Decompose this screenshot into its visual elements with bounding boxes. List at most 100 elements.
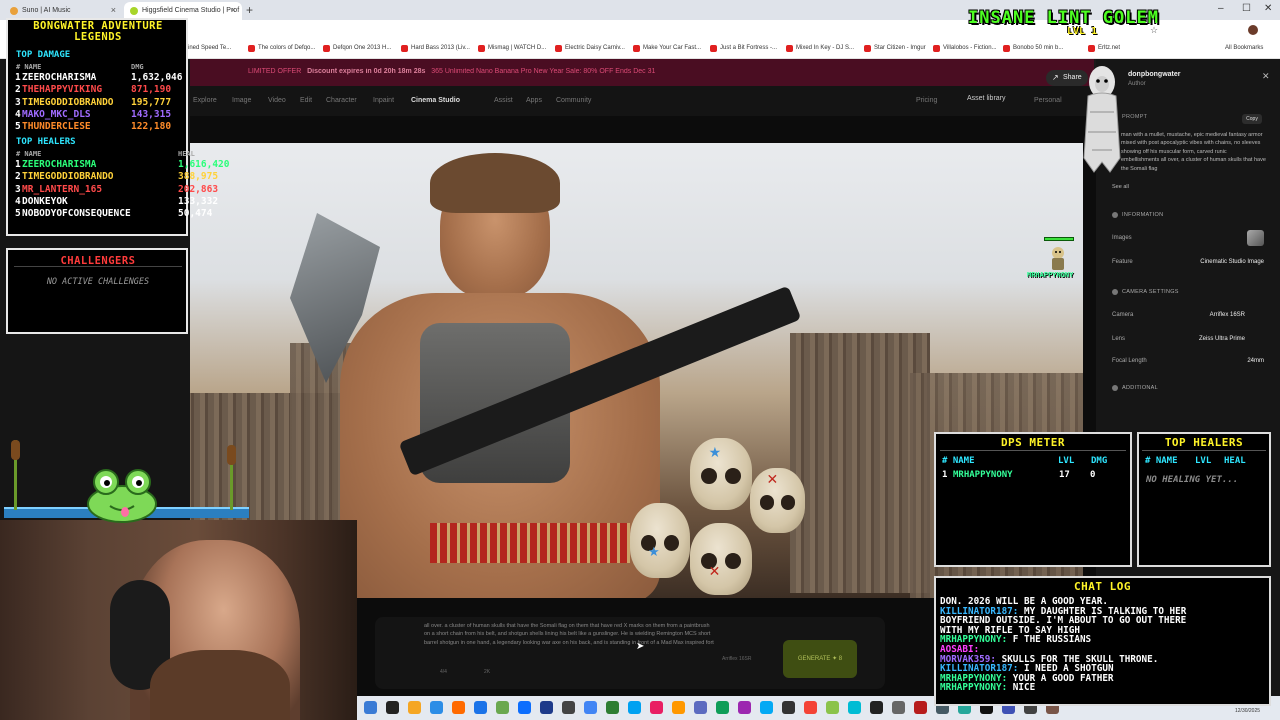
nav-edit[interactable]: Edit [300,97,312,104]
bookmark-label: Bonobo 50 min b... [1013,45,1064,51]
taskbar-app-icon[interactable] [628,701,641,714]
shell-belt [430,523,630,563]
nav-community[interactable]: Community [556,97,591,104]
dps-meter-panel [934,432,1132,567]
bookmark-item[interactable]: Erltz.net [1088,45,1121,52]
bookmark-item[interactable]: Mismag | WATCH D... [478,45,546,52]
close-window-button[interactable]: ✕ [1264,3,1272,14]
close-icon[interactable]: × [231,5,236,15]
nav-character[interactable]: Character [326,97,357,104]
generate-button[interactable]: GENERATE ✦ 8 [783,640,857,678]
copy-button[interactable]: Copy [1242,114,1262,124]
boss-level: LVL 1 [1067,26,1098,37]
dps-title: DPS METER [1000,436,1066,449]
bookmark-item[interactable]: Make Your Car Fast... [633,45,701,52]
bookmark-item[interactable]: Bonobo 50 min b... [1003,45,1064,52]
taskbar-app-icon[interactable] [716,701,729,714]
taskbar-app-icon[interactable] [870,701,883,714]
taskbar-app-icon[interactable] [408,701,421,714]
nav-apps[interactable]: Apps [526,97,542,104]
profile-avatar[interactable] [1248,25,1258,35]
taskbar-app-icon[interactable] [364,701,377,714]
taskbar-app-icon[interactable] [518,701,531,714]
cattail-sprite [11,440,20,460]
share-icon: ↗ [1052,73,1059,82]
promo-offer[interactable]: 365 Unlimited Nano Banana Pro New Year S… [431,68,655,75]
taskbar-app-icon[interactable] [760,701,773,714]
asset-library-button[interactable]: Asset library [967,95,1006,102]
taskbar-app-icon[interactable] [892,701,905,714]
bookmark-favicon-icon [710,45,717,52]
nav-assist[interactable]: Assist [494,97,513,104]
taskbar-app-icon[interactable] [848,701,861,714]
new-tab-icon[interactable]: + [246,3,253,17]
taskbar-app-icon[interactable] [782,701,795,714]
taskbar-app-icon[interactable] [606,701,619,714]
bookmark-item[interactable]: Electric Daisy Carniv... [555,45,625,52]
nav-image[interactable]: Image [232,97,251,104]
leaderboard-name: DONKEYOK [22,195,68,207]
bookmark-item[interactable]: The colors of Defqo... [248,45,315,52]
taskbar-app-icon[interactable] [562,701,575,714]
feature-label: Feature [1112,259,1133,265]
bookmark-item[interactable]: Star Citizen - Imgur [864,45,926,52]
close-icon[interactable]: ✕ [1262,71,1270,82]
challengers-empty: NO ACTIVE CHALLENGES [46,277,150,287]
maximize-button[interactable]: ☐ [1242,3,1251,14]
top-damage-heading: TOP DAMAGE [16,50,71,60]
bookmark-item[interactable]: Hard Bass 2013 (Liv... [401,45,470,52]
dps-row-dmg: 0 [1090,470,1096,480]
healers-name-col: # NAME [16,150,42,158]
divider [14,266,182,267]
taskbar-app-icon[interactable] [650,701,663,714]
taskbar-app-icon[interactable] [672,701,685,714]
taskbar-app-icon[interactable] [496,701,509,714]
minimize-button[interactable]: – [1218,3,1224,14]
taskbar-app-icon[interactable] [694,701,707,714]
taskbar-app-icon[interactable] [804,701,817,714]
author-name[interactable]: donpbongwater [1128,71,1181,78]
all-bookmarks-link[interactable]: All Bookmarks [1225,45,1263,51]
nav-explore[interactable]: Explore [193,97,217,104]
leaderboard-rank: 4 [15,195,21,207]
taskbar-app-icon[interactable] [474,701,487,714]
close-icon[interactable]: × [111,5,116,15]
image-thumbnail[interactable] [1247,230,1264,246]
additional-heading[interactable]: ADDITIONAL [1122,385,1158,391]
taskbar-app-icon[interactable] [914,701,927,714]
leaderboard-value: 195,777 [131,96,172,108]
leaderboard-name: ZEEROCHARISMA [22,72,97,83]
dps-col-lvl: LVL [1058,456,1075,466]
mullet-hair [430,153,560,213]
legends-title: BONGWATER ADVENTURE LEGENDS [33,20,163,43]
nav-pricing[interactable]: Pricing [916,97,937,104]
camera-chip[interactable]: Arriflex 16SR [722,656,751,662]
taskbar-app-icon[interactable] [584,701,597,714]
see-all-link[interactable]: See all [1112,184,1129,190]
focal-length-label: Focal Length [1112,358,1147,364]
resolution-select[interactable]: 2K [484,669,490,675]
promo-label: LIMITED OFFER [248,68,302,75]
heal-col-name: # NAME [1145,456,1178,466]
taskbar-app-icon[interactable] [826,701,839,714]
prompt-input[interactable]: all over. a cluster of human skulls that… [424,622,714,647]
taskbar-app-icon[interactable] [738,701,751,714]
taskbar-app-icon[interactable] [540,701,553,714]
bookmark-item[interactable]: Mixed In Key - DJ S... [786,45,854,52]
bookmark-item[interactable]: Just a Bit Fortress -... [710,45,777,52]
taskbar-app-icon[interactable] [452,701,465,714]
chat-title: CHAT LOG [1074,580,1131,593]
bookmark-item[interactable]: Villalobos - Fiction... [933,45,997,52]
focal-length-value: 24mm [1247,358,1264,364]
bookmark-favicon-icon [1088,45,1095,52]
taskbar-app-icon[interactable] [386,701,399,714]
nav-inpaint[interactable]: Inpaint [373,97,394,104]
taskbar-app-icon[interactable] [430,701,443,714]
leaderboard-rank: 2 [15,84,21,96]
nav-video[interactable]: Video [268,97,286,104]
bookmark-label: Erltz.net [1098,45,1121,51]
nav-cinema-studio[interactable]: Cinema Studio [411,97,460,104]
bookmark-item[interactable]: Defqon One 2013 H... [323,45,391,52]
image-count[interactable]: 4/4 [440,669,447,675]
nav-personal[interactable]: Personal [1034,97,1062,104]
